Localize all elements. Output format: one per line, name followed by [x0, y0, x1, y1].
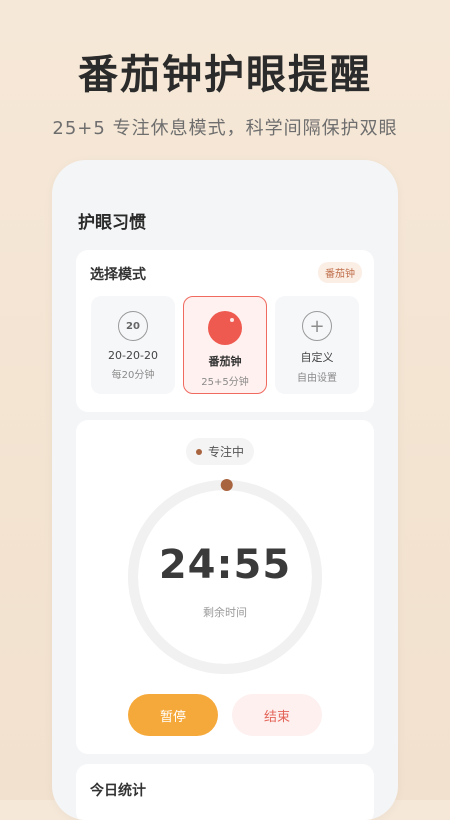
mode-option-name: 自定义: [300, 351, 334, 364]
mode-selector-card: 选择模式 番茄钟 20 20-20-20 每20分钟 番茄钟 25+5分钟 + …: [76, 250, 374, 412]
twenty-icon: 20: [118, 311, 148, 341]
promo-subline: 25+5 专注休息模式，科学间隔保护双眼: [52, 118, 398, 139]
status-text: 专注中: [208, 445, 245, 459]
remaining-time-label: 剩余时间: [203, 606, 247, 619]
tomato-icon: [208, 311, 242, 345]
mode-option-desc: 25+5分钟: [201, 377, 249, 388]
phone-frame: 护眼习惯 选择模式 番茄钟 20 20-20-20 每20分钟 番茄钟 25+5…: [52, 160, 398, 820]
mode-option-desc: 每20分钟: [111, 370, 155, 381]
mode-option-custom[interactable]: + 自定义 自由设置: [275, 296, 359, 394]
today-stats-title: 今日统计: [90, 783, 146, 799]
timer-card: 专注中 24:55 剩余时间 暂停 结束: [76, 420, 374, 754]
mode-selector-title: 选择模式: [90, 267, 146, 283]
promo-headline: 番茄钟护眼提醒: [78, 52, 372, 98]
end-button[interactable]: 结束: [232, 694, 322, 736]
progress-indicator-dot: [220, 479, 233, 492]
mode-option-desc: 自由设置: [297, 373, 337, 384]
mode-option-pomodoro[interactable]: 番茄钟 25+5分钟: [183, 296, 267, 394]
page-title: 护眼习惯: [78, 213, 146, 233]
status-dot-icon: [196, 448, 202, 455]
mode-option-20-20-20[interactable]: 20 20-20-20 每20分钟: [91, 296, 175, 394]
mode-option-name: 20-20-20: [108, 349, 158, 362]
current-mode-badge: 番茄钟: [318, 262, 362, 283]
remaining-time: 24:55: [158, 542, 292, 588]
status-pill: 专注中: [186, 438, 255, 465]
pause-button[interactable]: 暂停: [128, 694, 218, 736]
plus-icon: +: [302, 311, 332, 341]
mode-option-name: 番茄钟: [208, 355, 242, 368]
today-stats-card: 今日统计: [76, 764, 374, 820]
